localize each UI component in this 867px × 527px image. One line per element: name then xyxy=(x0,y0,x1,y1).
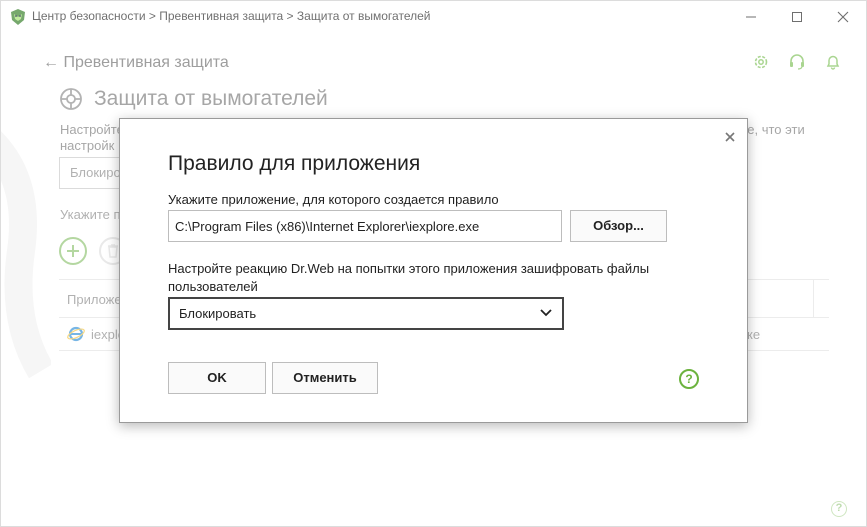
app-path-label: Укажите приложение, для которого создает… xyxy=(168,192,499,207)
dialog-title: Правило для приложения xyxy=(168,152,421,175)
reaction-select-value: Блокировать xyxy=(179,306,257,321)
ok-button[interactable]: OK xyxy=(168,362,266,394)
cancel-button[interactable]: Отменить xyxy=(272,362,378,394)
dialog-close-icon[interactable] xyxy=(722,129,738,145)
browse-button[interactable]: Обзор... xyxy=(570,210,667,242)
app-path-input[interactable] xyxy=(168,210,562,242)
chevron-down-icon xyxy=(540,309,552,317)
dialog-help-button[interactable]: ? xyxy=(679,369,699,389)
reaction-select[interactable]: Блокировать xyxy=(168,297,564,330)
reaction-label: Настройте реакцию Dr.Web на попытки этог… xyxy=(168,261,650,294)
app-rule-dialog: Правило для приложения Укажите приложени… xyxy=(119,118,748,423)
